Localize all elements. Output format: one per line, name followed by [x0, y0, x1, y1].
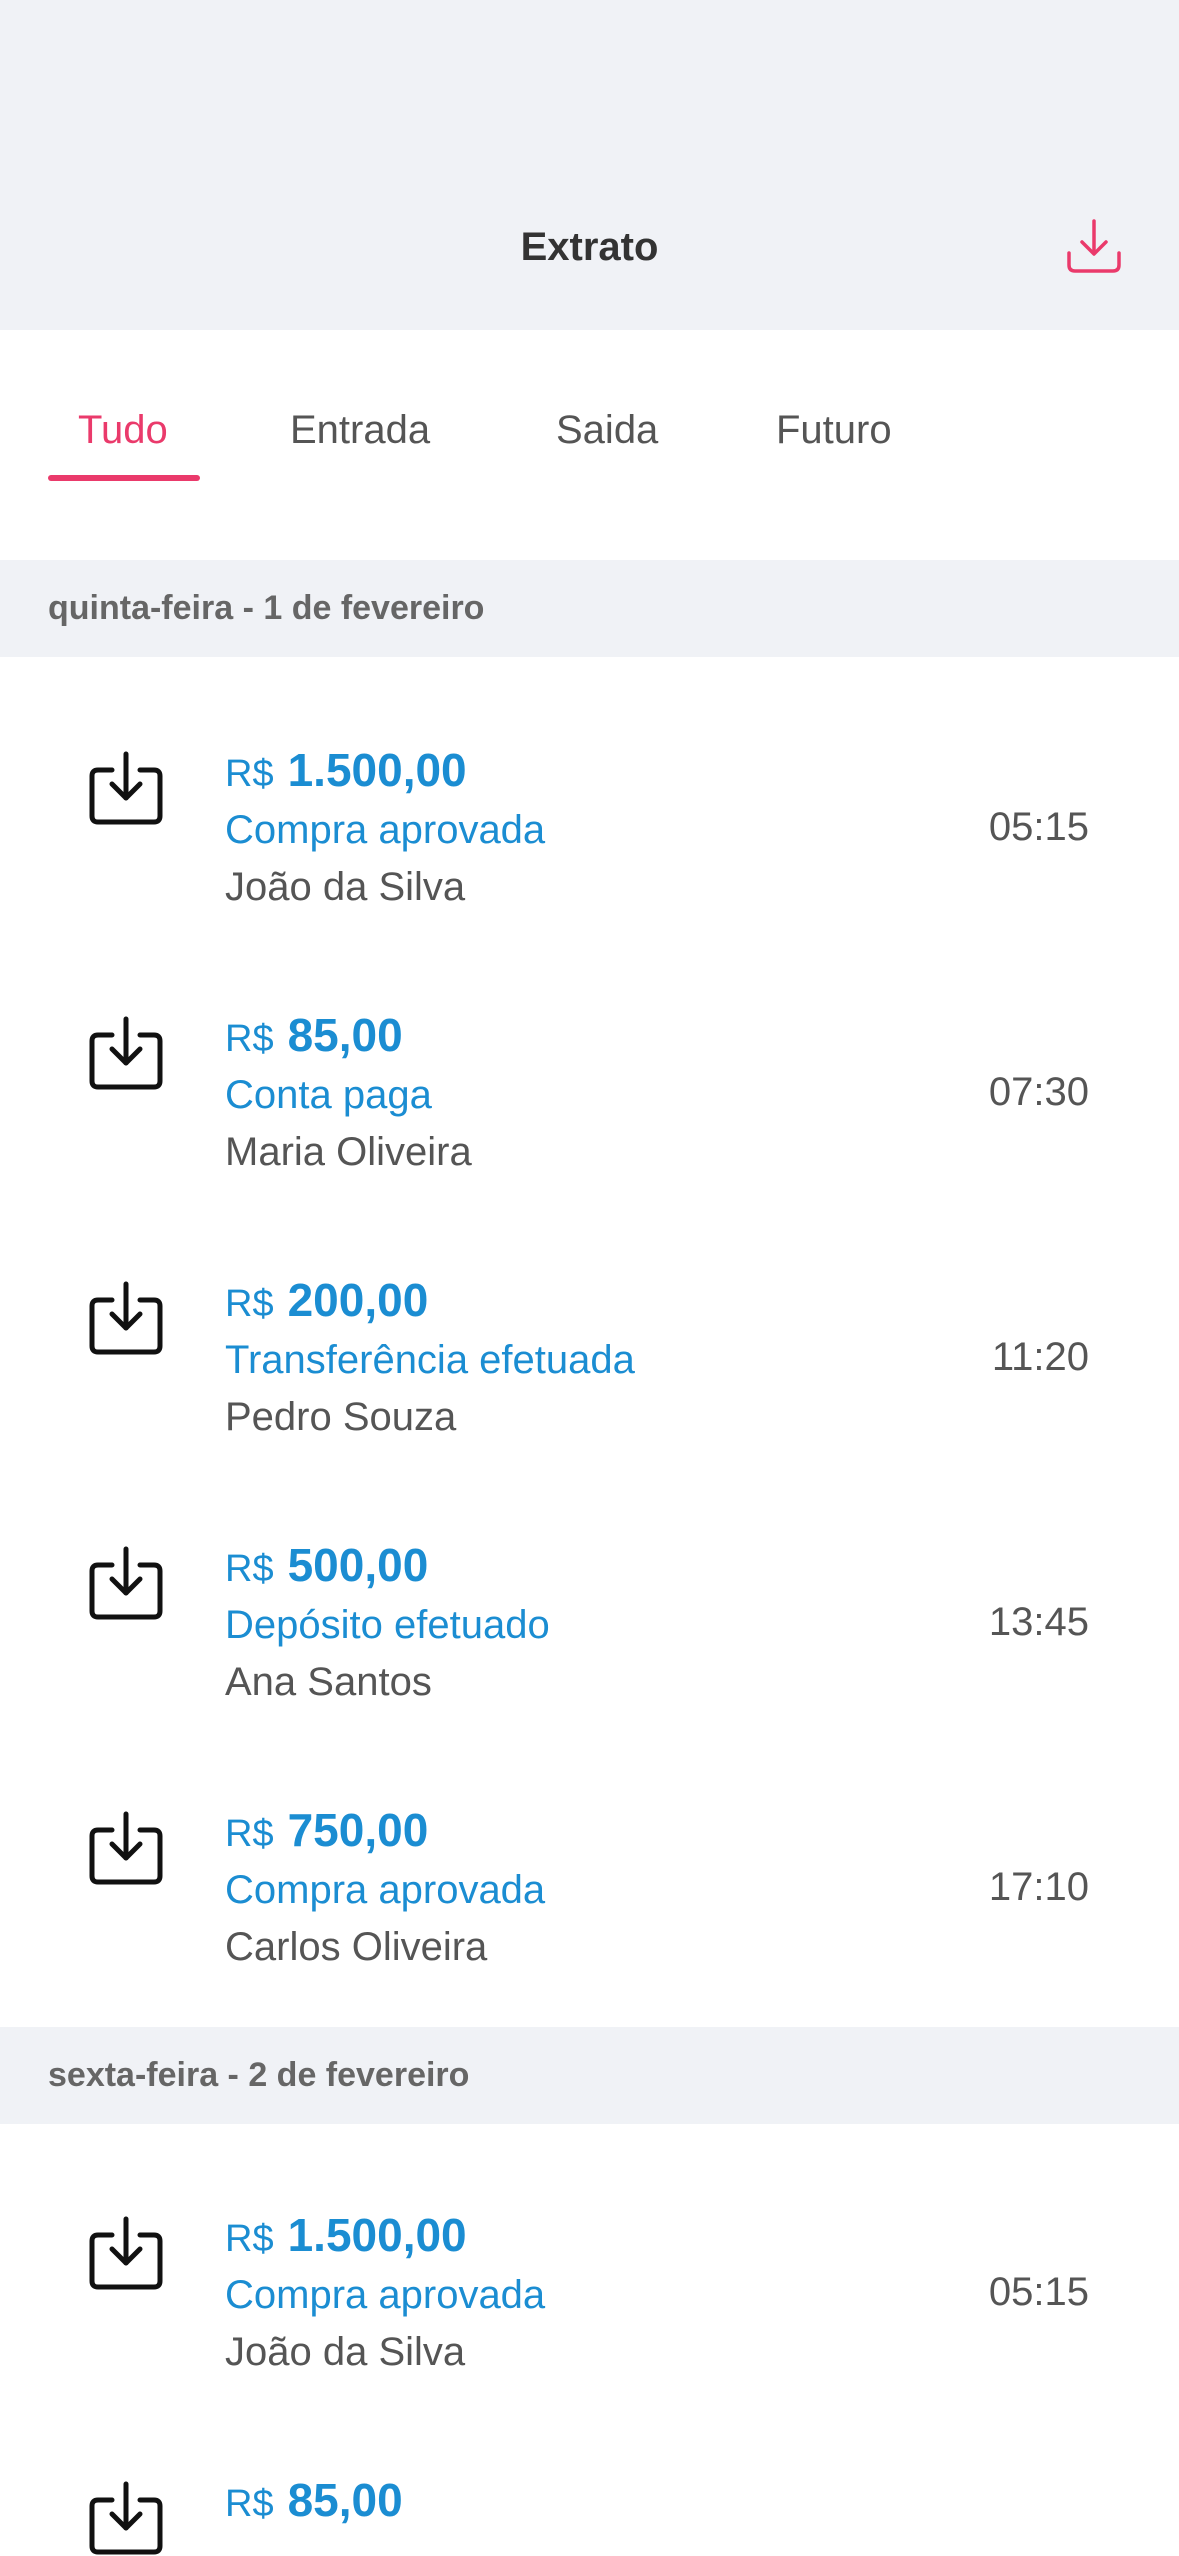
amount-value: 1.500,00 — [287, 2209, 467, 2261]
transaction-description: Compra aprovada — [225, 1868, 546, 1912]
top-header: Extrato — [0, 0, 1179, 330]
page-title: Extrato — [520, 225, 659, 269]
transaction-name: Carlos Oliveira — [225, 1925, 488, 1969]
transaction-amount: R$ 85,00 — [225, 2470, 403, 2542]
transaction-row[interactable]: R$ 200,00 Transferência efetuada Pedro So… — [0, 1210, 1179, 1475]
tab-futuro[interactable]: Futuro — [776, 400, 892, 460]
currency-label: R$ — [225, 753, 274, 795]
download-tray-icon — [89, 2216, 163, 2290]
section-date-label: quinta-feira - 1 de fevereiro — [48, 589, 485, 627]
download-tray-icon — [89, 1811, 163, 1885]
transaction-row[interactable]: R$ 750,00 Compra aprovada Carlos Oliveira… — [0, 1740, 1179, 2005]
amount-value: 1.500,00 — [287, 744, 467, 796]
transaction-description: Compra aprovada — [225, 808, 546, 852]
transaction-name: Ana Santos — [225, 1660, 432, 1704]
active-tab-indicator — [48, 475, 200, 481]
transaction-time: 07:30 — [988, 1070, 1089, 1114]
amount-value: 500,00 — [287, 1539, 429, 1591]
section-date-label: sexta-feira - 2 de fevereiro — [48, 2056, 470, 2094]
transaction-name: João da Silva — [225, 865, 466, 909]
currency-label: R$ — [225, 1283, 274, 1325]
download-tray-icon — [89, 1546, 163, 1620]
transaction-description: Conta paga — [225, 1073, 432, 1117]
transaction-name: Pedro Souza — [225, 1395, 457, 1439]
tab-tudo[interactable]: Tudo — [78, 400, 168, 460]
download-icon — [1067, 219, 1121, 273]
amount-value: 85,00 — [287, 2474, 403, 2526]
download-tray-icon — [89, 751, 163, 825]
date-section-header: sexta-feira - 2 de fevereiro — [0, 2027, 1179, 2124]
currency-label: R$ — [225, 1548, 274, 1590]
download-button[interactable] — [1063, 215, 1125, 277]
transaction-description: Compra aprovada — [225, 2273, 546, 2317]
currency-label: R$ — [225, 2483, 274, 2525]
transaction-row[interactable]: R$ 1.500,00 Compra aprovada João da Silva… — [0, 2145, 1179, 2410]
currency-label: R$ — [225, 1813, 274, 1855]
currency-label: R$ — [225, 2218, 274, 2260]
tab-entrada[interactable]: Entrada — [290, 400, 430, 460]
transaction-description: Depósito efetuado — [225, 1603, 550, 1647]
transaction-row[interactable]: R$ 500,00 Depósito efetuado Ana Santos 13… — [0, 1475, 1179, 1740]
transaction-time: 17:10 — [988, 1865, 1089, 1909]
amount-value: 85,00 — [287, 1009, 403, 1061]
amount-value: 750,00 — [287, 1804, 429, 1856]
tab-saida[interactable]: Saida — [556, 400, 658, 460]
amount-value: 200,00 — [287, 1274, 429, 1326]
transaction-row[interactable]: R$ 1.500,00 Compra aprovada João da Silva… — [0, 680, 1179, 945]
transaction-name: João da Silva — [225, 2330, 466, 2374]
date-section-header: quinta-feira - 1 de fevereiro — [0, 560, 1179, 657]
transaction-name: Maria Oliveira — [225, 1130, 472, 1174]
transaction-row[interactable]: R$ 85,00 — [0, 2410, 1179, 2556]
transaction-time: 13:45 — [988, 1600, 1089, 1644]
download-tray-icon — [89, 1281, 163, 1355]
transaction-row[interactable]: R$ 85,00 Conta paga Maria Oliveira 07:30 — [0, 945, 1179, 1210]
download-tray-icon — [89, 2481, 163, 2555]
transaction-time: 11:20 — [991, 1335, 1089, 1379]
transaction-time: 05:15 — [988, 2270, 1089, 2314]
filter-tabs: Tudo Entrada Saida Futuro — [0, 330, 1179, 560]
transaction-time: 05:15 — [988, 805, 1089, 849]
currency-label: R$ — [225, 1018, 274, 1060]
transaction-description: Transferência efetuada — [225, 1338, 635, 1382]
download-tray-icon — [89, 1016, 163, 1090]
